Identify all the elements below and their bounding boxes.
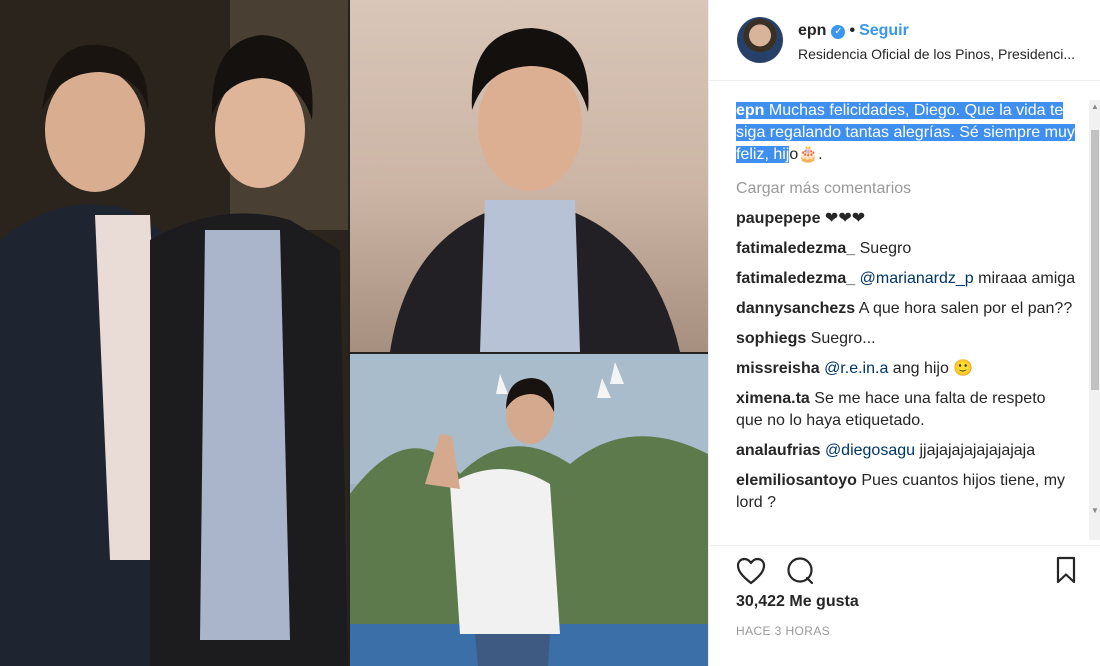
bookmark-icon[interactable] [1055, 556, 1077, 584]
comment-username[interactable]: sophiegs [736, 330, 806, 347]
list-item: fatimaledezma_ Suegro [736, 238, 1076, 260]
list-item: ximena.ta Se me hace una falta de respet… [736, 388, 1076, 432]
post-image[interactable] [0, 0, 708, 666]
comment-text: Suegro [859, 240, 912, 257]
photo-father-and-son [0, 0, 348, 666]
list-item: missreisha @r.e.in.a ang hijo 🙂 [736, 358, 1076, 380]
comment-username[interactable]: missreisha [736, 360, 820, 377]
comment-username[interactable]: paupepepe [736, 210, 820, 227]
follow-button[interactable]: Seguir [859, 22, 909, 39]
list-item: dannysanchezs A que hora salen por el pa… [736, 298, 1076, 320]
comment-username[interactable]: fatimaledezma_ [736, 240, 855, 257]
post-timestamp[interactable]: HACE 3 HORAS [736, 624, 830, 638]
caption-text-selected: Muchas felicidades, Diego. Que la vida t… [736, 102, 1075, 163]
post-sidebar: epn ✓ • Seguir Residencia Oficial de los Pi… [708, 0, 1100, 666]
heart-icon[interactable] [736, 557, 766, 585]
scroll-down-arrow-icon[interactable]: ▼ [1089, 506, 1100, 516]
post-actions [709, 545, 1100, 596]
list-item: sophiegs Suegro... [736, 328, 1076, 350]
comment-username[interactable]: ximena.ta [736, 390, 810, 407]
list-item: elemiliosantoyo Pues cuantos hijos tiene… [736, 470, 1076, 514]
caption-text-rest: o🎂. [789, 146, 823, 163]
comment-text: ❤❤❤ [824, 210, 866, 227]
post-header: epn ✓ • Seguir Residencia Oficial de los Pi… [709, 0, 1100, 81]
separator-dot: • [849, 22, 856, 39]
user-line: epn ✓ • Seguir [798, 22, 909, 40]
comment-text: A que hora salen por el pan?? [858, 300, 1073, 317]
avatar[interactable] [737, 17, 783, 63]
verified-badge-icon: ✓ [831, 25, 846, 39]
comment-text: miraaa amiga [978, 270, 1076, 287]
comment-username[interactable]: elemiliosantoyo [736, 472, 857, 489]
comments-scrollbar[interactable]: ▲ ▼ [1089, 100, 1100, 540]
scroll-up-arrow-icon[interactable]: ▲ [1089, 102, 1100, 112]
location-link[interactable]: Residencia Oficial de los Pinos, Preside… [798, 46, 1080, 62]
username-link[interactable]: epn [798, 22, 826, 39]
comment-text: Suegro... [810, 330, 876, 347]
comment-mention[interactable]: @r.e.in.a [824, 360, 888, 377]
list-item: paupepepe ❤❤❤ [736, 208, 1076, 230]
caption: epn Muchas felicidades, Diego. Que la vi… [736, 100, 1076, 166]
photo-diego-portrait [350, 0, 708, 352]
comment-username[interactable]: dannysanchezs [736, 300, 855, 317]
comment-username[interactable]: fatimaledezma_ [736, 270, 855, 287]
comment-text: jjajajajajajajajaja [919, 442, 1036, 459]
caption-username[interactable]: epn [736, 102, 765, 119]
photo-diego-waterfront [350, 354, 708, 666]
comments-list: epn Muchas felicidades, Diego. Que la vi… [736, 100, 1076, 540]
comment-mention[interactable]: @diegosagu [825, 442, 915, 459]
comment-icon[interactable] [785, 556, 815, 586]
comment-username[interactable]: analaufrias [736, 442, 820, 459]
load-more-comments-button[interactable]: Cargar más comentarios [736, 178, 1076, 200]
comment-mention[interactable]: @marianardz_p [860, 270, 974, 287]
comment-text: ang hijo 🙂 [892, 360, 974, 377]
list-item: analaufrias @diegosagu jjajajajajajajaja… [736, 440, 1076, 462]
list-item: fatimaledezma_ @marianardz_p miraaa amig… [736, 268, 1076, 290]
scrollbar-thumb[interactable] [1091, 130, 1099, 390]
likes-count[interactable]: 30,422 Me gusta [736, 593, 859, 611]
